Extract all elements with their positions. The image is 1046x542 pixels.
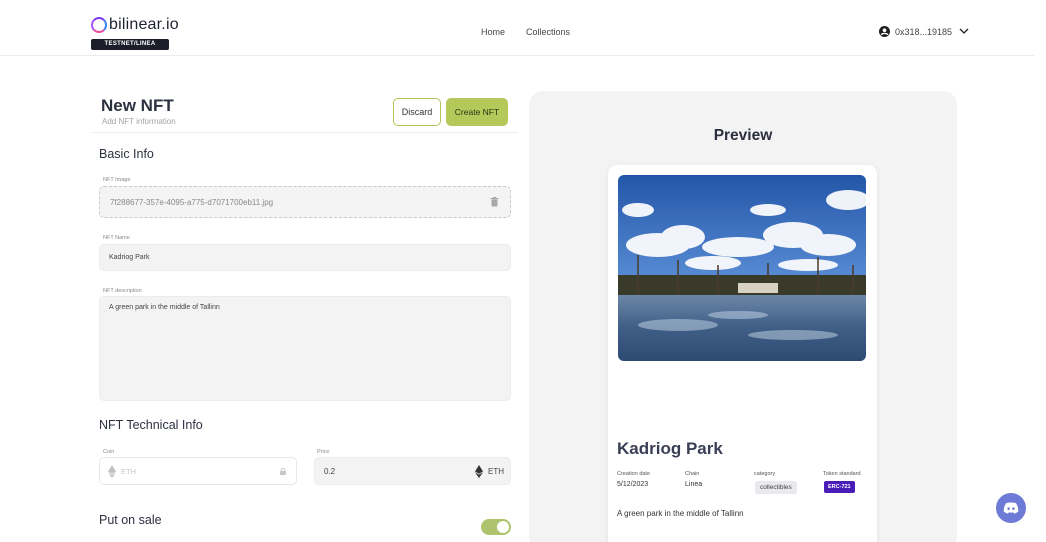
page-title: New NFT [101, 96, 174, 115]
ethereum-icon [108, 465, 116, 478]
account-menu[interactable]: 0x318...19185 [879, 26, 974, 37]
user-circle-icon [879, 26, 890, 37]
basic-info-heading: Basic Info [99, 147, 154, 161]
create-nft-button[interactable]: Create NFT [446, 98, 508, 126]
token-standard-badge: ERC-721 [824, 481, 855, 493]
coin-select[interactable]: ETH [99, 457, 297, 485]
nft-preview-image [618, 175, 866, 361]
app-logo[interactable]: bilinear.io [91, 16, 179, 34]
nav-collections-link[interactable]: Collections [526, 27, 570, 37]
top-header: bilinear.io TESTNET/LINEA Home Collectio… [0, 0, 1034, 56]
preview-heading: Preview [713, 127, 773, 144]
trash-icon[interactable] [490, 197, 499, 207]
coin-label: Coin [103, 449, 115, 455]
nft-image-label: NFT Image [103, 177, 131, 183]
nft-image-upload[interactable]: 7f288677-357e-4095-a775-d7071700eb11.jpg [99, 186, 511, 218]
lock-icon [280, 468, 286, 475]
logo-text: bilinear.io [109, 16, 179, 33]
put-on-sale-label: Put on sale [99, 513, 162, 527]
network-badge: TESTNET/LINEA [91, 39, 169, 50]
chevron-down-icon [959, 28, 969, 34]
chain-label: Chain [685, 471, 700, 477]
chain-value: Linea [685, 481, 703, 488]
nft-image-filename: 7f288677-357e-4095-a775-d7071700eb11.jpg [110, 198, 274, 207]
nft-description-label: NFT description [103, 288, 142, 294]
discard-button[interactable]: Discard [393, 98, 441, 126]
divider [91, 132, 518, 133]
put-on-sale-toggle[interactable] [481, 519, 511, 535]
nft-name-label: NFT Name [103, 235, 130, 241]
preview-description: A green park in the middle of Tallinn [617, 509, 744, 518]
creation-date-label: Creation date [617, 471, 651, 477]
technical-info-heading: NFT Technical Info [99, 418, 203, 432]
price-label: Price [317, 449, 330, 455]
price-unit: ETH [488, 467, 504, 476]
nft-preview-card: Kadriog Park Creation date 5/12/2023 Cha… [608, 165, 877, 542]
price-input[interactable]: 0.2 ETH [314, 457, 511, 485]
logo-mark-icon [91, 17, 107, 33]
price-value: 0.2 [324, 467, 336, 476]
discord-button[interactable] [996, 493, 1026, 523]
coin-placeholder: ETH [121, 467, 136, 476]
category-label: category [754, 471, 776, 477]
account-address: 0x318...19185 [895, 26, 953, 37]
token-standard-label: Token standard [823, 471, 861, 477]
creation-date-value: 5/12/2023 [617, 481, 649, 488]
preview-panel: Preview Kadriog Park Creation date 5/12/… [529, 91, 957, 542]
discord-icon [1003, 502, 1019, 514]
preview-nft-name: Kadriog Park [617, 439, 723, 458]
ethereum-icon [475, 465, 483, 478]
nav-home-link[interactable]: Home [481, 27, 505, 37]
page-subtitle: Add NFT information [102, 117, 176, 126]
nft-description-textarea[interactable]: A green park in the middle of Tallinn [99, 296, 511, 401]
category-chip: collectibles [755, 481, 797, 494]
nft-name-input[interactable]: Kadriog Park [99, 244, 511, 271]
